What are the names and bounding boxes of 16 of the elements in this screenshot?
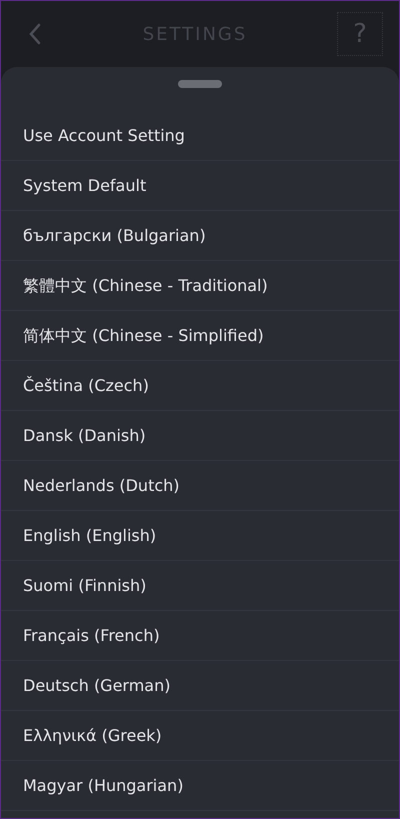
language-option[interactable]: Deutsch (German)	[1, 661, 399, 711]
language-option[interactable]: Français (French)	[1, 611, 399, 661]
language-option[interactable]: Use Account Setting	[1, 111, 399, 161]
drag-handle[interactable]	[178, 80, 222, 88]
language-option[interactable]: Ελληνικά (Greek)	[1, 711, 399, 761]
language-option[interactable]: български (Bulgarian)	[1, 211, 399, 261]
language-option[interactable]: Nederlands (Dutch)	[1, 461, 399, 511]
language-option[interactable]: English (English)	[1, 511, 399, 561]
language-option[interactable]: 繁體中文 (Chinese - Traditional)	[1, 261, 399, 311]
language-option[interactable]: Suomi (Finnish)	[1, 561, 399, 611]
language-option[interactable]: Čeština (Czech)	[1, 361, 399, 411]
back-icon	[28, 23, 42, 45]
language-option[interactable]: Magyar (Hungarian)	[1, 761, 399, 811]
language-option[interactable]: 简体中文 (Chinese - Simplified)	[1, 311, 399, 361]
language-option[interactable]: System Default	[1, 161, 399, 211]
language-option[interactable]: Dansk (Danish)	[1, 411, 399, 461]
